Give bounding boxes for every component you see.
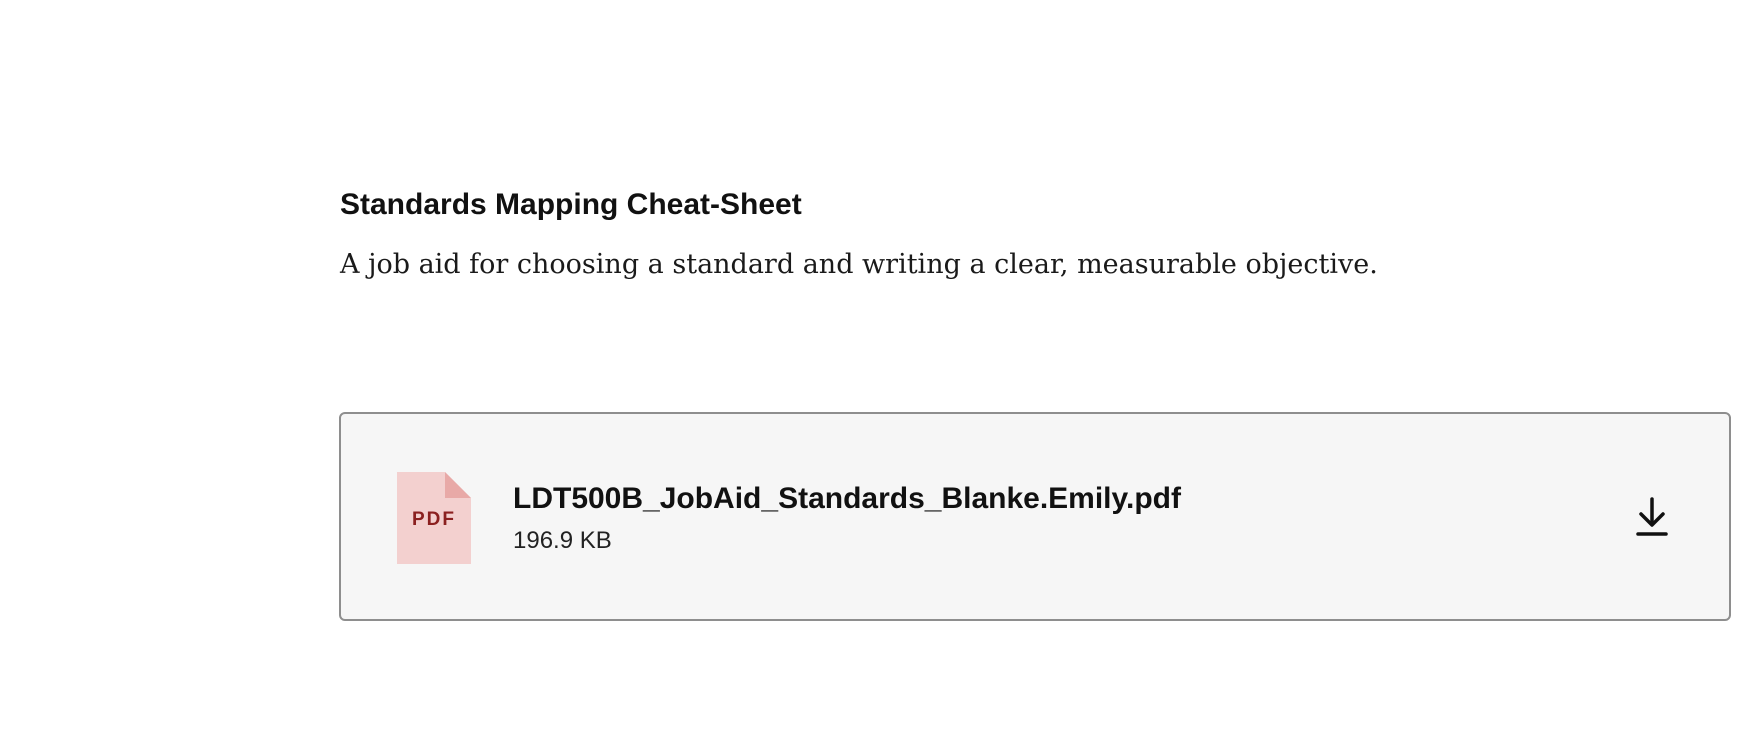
pdf-file-icon: PDF <box>397 472 471 564</box>
file-attachment-card[interactable]: PDF LDT500B_JobAid_Standards_Blanke.Emil… <box>339 412 1731 621</box>
page-description: A job aid for choosing a standard and wr… <box>340 249 1378 280</box>
page-title: Standards Mapping Cheat-Sheet <box>340 188 802 221</box>
content-section: Standards Mapping Cheat-Sheet A job aid … <box>340 183 1740 285</box>
file-name[interactable]: LDT500B_JobAid_Standards_Blanke.Emily.pd… <box>513 479 1181 519</box>
download-button[interactable] <box>1627 492 1677 542</box>
file-type-label: PDF <box>412 509 456 530</box>
file-info: LDT500B_JobAid_Standards_Blanke.Emily.pd… <box>513 479 1181 557</box>
file-size: 196.9 KB <box>513 527 612 554</box>
download-icon <box>1636 497 1668 536</box>
